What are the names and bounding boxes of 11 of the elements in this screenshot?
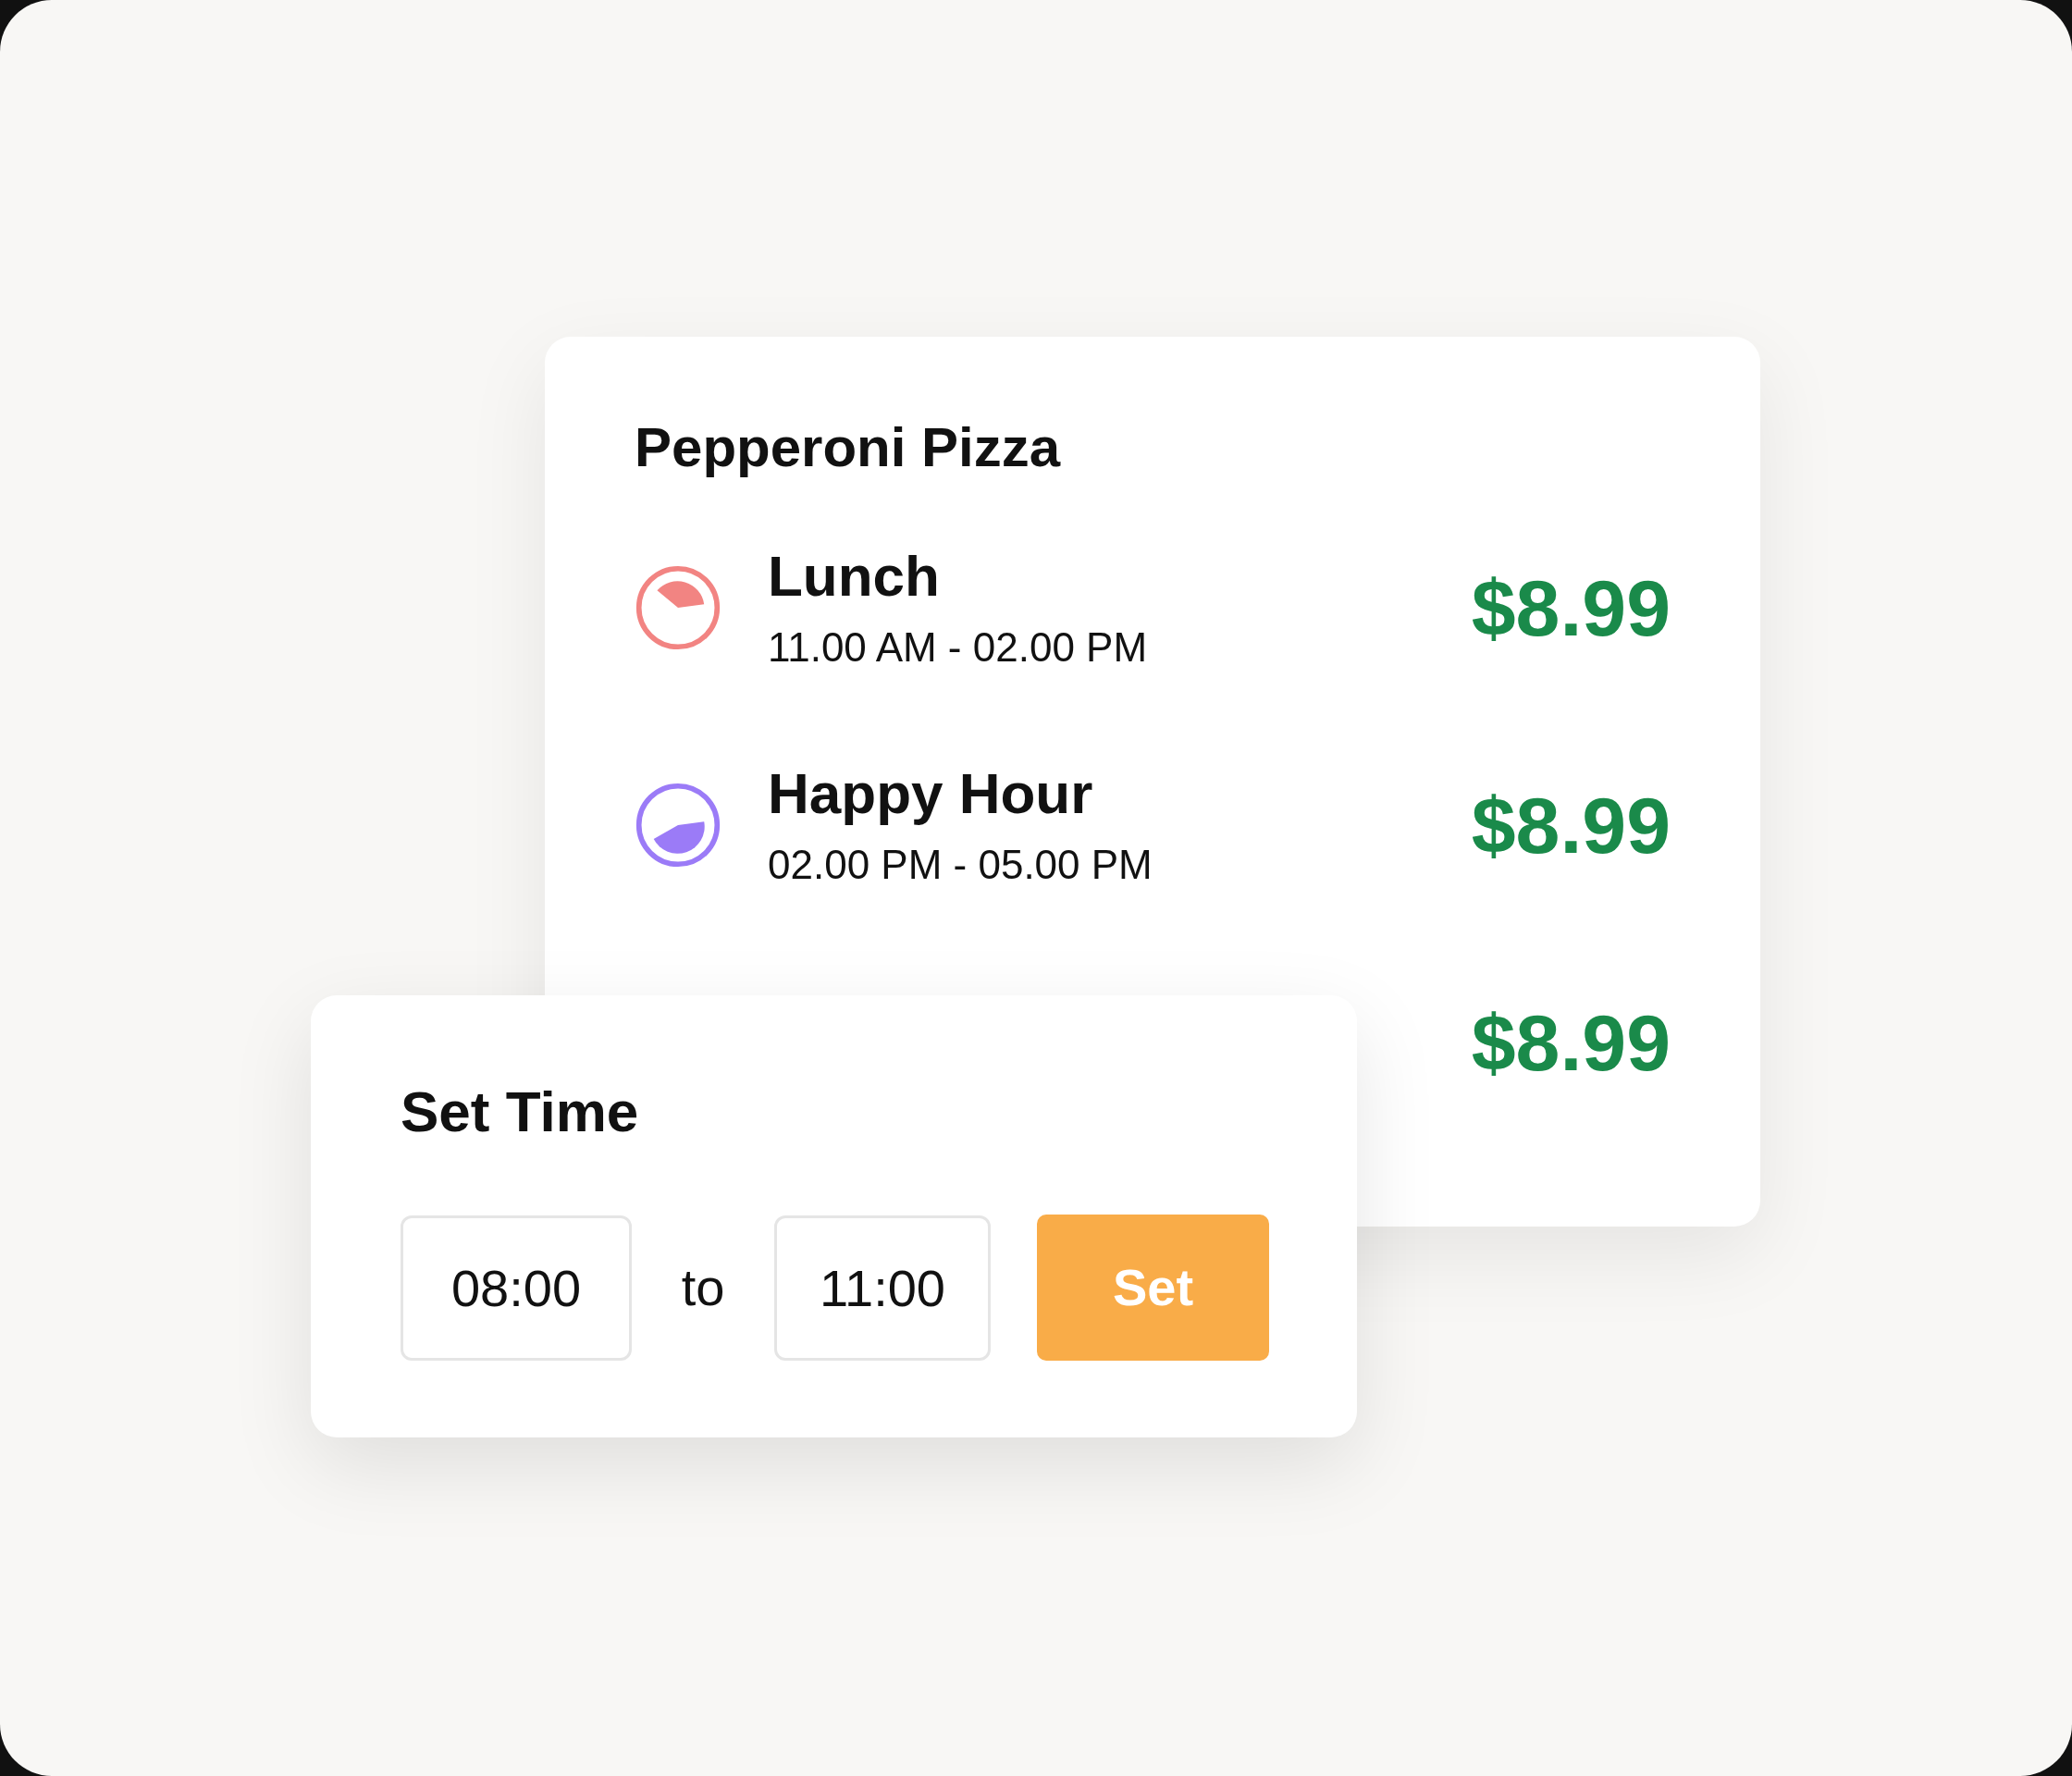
time-range: 11.00 AM - 02.00 PM bbox=[768, 626, 1148, 668]
meal-name: Lunch bbox=[768, 547, 941, 605]
end-time-field[interactable]: 11:00 bbox=[774, 1215, 991, 1361]
card-title: Pepperoni Pizza bbox=[635, 420, 1062, 475]
price: $8.99 bbox=[1471, 784, 1671, 865]
time-range: 02.00 PM - 05.00 PM bbox=[768, 844, 1153, 885]
price: $8.99 bbox=[1471, 567, 1671, 648]
card-title: Set Time bbox=[401, 1083, 640, 1141]
start-time-field[interactable]: 08:00 bbox=[401, 1215, 632, 1361]
separator-label: to bbox=[680, 1257, 726, 1318]
price: $8.99 bbox=[1471, 1002, 1671, 1082]
